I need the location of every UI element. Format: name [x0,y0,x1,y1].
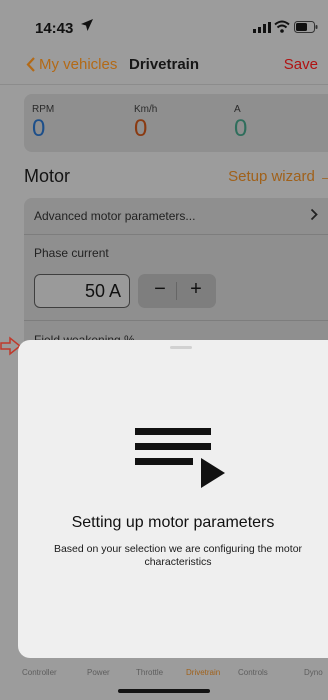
progress-bottom-sheet: Setting up motor parameters Based on you… [18,340,328,658]
gauge-speed: Km/h 0 [134,104,157,141]
stepper-separator [176,282,177,300]
gauge-current: A 0 [234,104,247,141]
page-title: Drivetrain [128,56,200,73]
phase-current-field[interactable]: 50 A [34,274,130,308]
row-divider [24,320,328,321]
gauge-label: A [234,104,241,115]
nav-divider [0,84,328,85]
status-bar: 14:43 [0,0,328,44]
gauge-value: 0 [134,115,148,142]
battery-icon [294,21,318,33]
tab-dyno[interactable]: Dyno [304,668,323,677]
increment-button[interactable]: + [182,278,210,302]
chevron-right-icon [310,208,318,221]
tab-throttle[interactable]: Throttle [136,668,163,677]
tab-controller[interactable]: Controller [22,668,57,677]
tab-controls[interactable]: Controls [238,668,268,677]
cellular-signal-icon [253,22,271,33]
phase-current-stepper: − + [138,274,216,308]
location-arrow-icon [81,19,93,31]
motor-settings-card: Advanced motor parameters... Phase curre… [24,198,328,348]
sheet-description: Based on your selection we are configuri… [53,543,303,568]
decrement-button[interactable]: − [146,278,174,302]
section-title-motor: Motor [24,166,71,186]
gauge-rpm: RPM 0 [32,104,54,141]
phase-current-value: 50 A [84,281,121,301]
tab-power[interactable]: Power [87,668,110,677]
wifi-icon [274,20,290,33]
screen: 14:43 My vehicles Drivetrain Save RPM 0 … [0,0,328,700]
navigation-bar: My vehicles Drivetrain Save [0,44,328,84]
save-button[interactable]: Save [284,56,318,73]
gauge-label: RPM [32,104,55,115]
sheet-title: Setting up motor parameters [71,514,275,531]
status-time: 14:43 [35,20,74,37]
advanced-motor-parameters-row[interactable]: Advanced motor parameters... [24,198,328,235]
home-indicator [118,689,210,693]
gauge-value: 0 [234,115,248,142]
phase-current-label: Phase current [34,246,109,260]
setup-wizard-link[interactable]: Setup wizard → [228,168,328,185]
tab-bar: Controller Power Throttle Drivetrain Con… [0,664,328,700]
sheet-grabber[interactable] [170,346,192,349]
playlist-play-icon [135,428,225,488]
tab-drivetrain[interactable]: Drivetrain [186,668,220,677]
gauge-label: Km/h [134,104,158,115]
gauge-value: 0 [32,115,46,142]
advanced-motor-parameters-label: Advanced motor parameters... [34,209,196,223]
live-gauges-panel: RPM 0 Km/h 0 A 0 [24,94,328,152]
